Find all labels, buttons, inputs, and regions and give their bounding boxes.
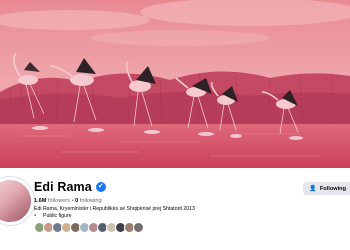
following-button[interactable]: 👤 Following xyxy=(303,182,350,195)
follow-stats: 1.6M followers • 0 following xyxy=(34,198,102,204)
profile-header: Edi Rama ✔ 1.6M followers • 0 following … xyxy=(0,168,350,250)
following-label[interactable]: following xyxy=(80,198,102,204)
verified-badge-icon: ✔ xyxy=(95,182,106,192)
person-check-icon: 👤 xyxy=(309,186,317,192)
avatar[interactable] xyxy=(0,177,34,225)
profile-name: Edi Rama xyxy=(34,180,92,194)
profile-category: ▪ Public figure xyxy=(34,213,72,219)
follower-avatar[interactable] xyxy=(133,222,144,233)
following-count[interactable]: 0 xyxy=(75,198,78,204)
profile-name-row: Edi Rama ✔ xyxy=(34,180,106,194)
cover-photo[interactable] xyxy=(0,0,350,168)
cover-photo-image xyxy=(0,0,350,168)
followers-count[interactable]: 1.6M xyxy=(34,198,46,204)
follower-avatars[interactable] xyxy=(34,222,144,233)
following-button-label: Following xyxy=(319,185,346,192)
category-icon: ▪ xyxy=(34,213,37,219)
followers-label[interactable]: followers xyxy=(48,198,70,204)
profile-bio: Edi Rama, Kryeministër i Republikës së S… xyxy=(34,206,195,212)
category-label: Public figure xyxy=(43,213,72,219)
